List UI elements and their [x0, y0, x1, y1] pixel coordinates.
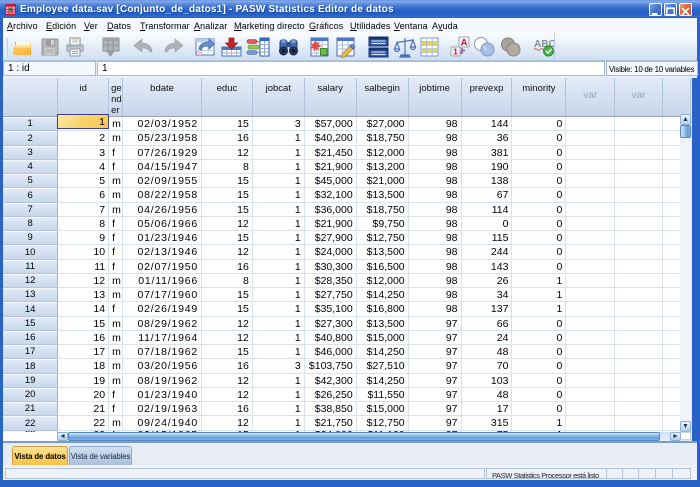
- svg-text:1: 1: [453, 47, 458, 57]
- svg-text:A: A: [460, 38, 467, 49]
